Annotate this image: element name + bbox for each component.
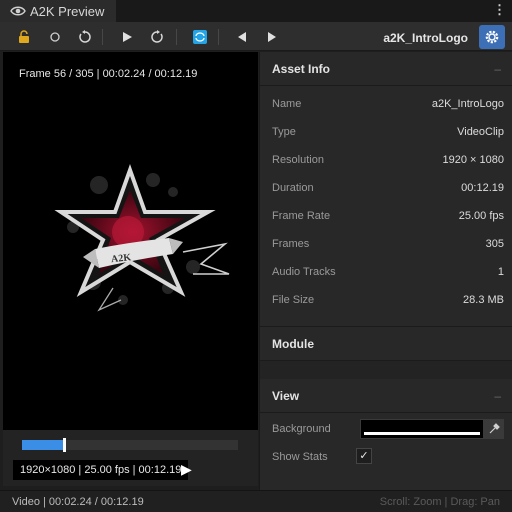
asset-info-key: Frame Rate (272, 210, 331, 222)
next-icon[interactable] (264, 29, 280, 45)
play-icon[interactable] (119, 29, 135, 45)
lock-icon[interactable] (16, 29, 32, 45)
restart-icon[interactable] (149, 29, 165, 45)
circle-icon[interactable] (47, 29, 63, 45)
asset-info-key: Type (272, 126, 296, 138)
kebab-menu-icon[interactable]: ⋮ (493, 3, 506, 17)
asset-info-value: 305 (485, 238, 504, 250)
play-icon[interactable]: ▶ (181, 461, 192, 478)
asset-info-row: File Size 28.3 MB (272, 294, 504, 308)
settings-button[interactable] (479, 25, 505, 49)
asset-info-key: Duration (272, 182, 314, 194)
status-time: Video | 00:02.24 / 00:12.19 (12, 495, 144, 508)
toolbar: a2K_IntroLogo (0, 22, 512, 51)
asset-info-key: File Size (272, 294, 315, 306)
asset-info-value: VideoClip (457, 126, 504, 138)
scrub-progress (22, 440, 64, 450)
stats-overlay: 1920×1080 | 25.00 fps | 00:12.19 (13, 460, 189, 480)
module-header[interactable]: Module (260, 327, 512, 361)
section-gap (260, 361, 512, 379)
tab-title: A2K Preview (30, 3, 105, 19)
eye-icon (10, 6, 26, 16)
background-label: Background (272, 423, 331, 435)
asset-info-value: 1 (497, 266, 504, 278)
asset-title: a2K_IntroLogo (383, 31, 468, 45)
scrub-handle[interactable] (63, 438, 67, 452)
collapse-icon[interactable]: – (494, 389, 501, 403)
scrub-bar[interactable] (22, 438, 238, 452)
asset-info-key: Frames (272, 238, 310, 250)
asset-info-row: Name a2K_IntroLogo (272, 98, 504, 112)
video-viewport[interactable]: Frame 56 / 305 | 00:02.24 / 00:12.19 A2K (3, 52, 258, 430)
collapse-icon[interactable]: – (494, 62, 501, 76)
asset-info-row: Duration 00:12.19 (272, 182, 504, 196)
show-stats-checkbox[interactable]: ✓ (356, 448, 372, 464)
asset-info-value: 25.00 fps (458, 210, 504, 222)
asset-info-value: a2K_IntroLogo (431, 98, 504, 110)
asset-info-row: Frame Rate 25.00 fps (272, 210, 504, 224)
asset-info-row: Audio Tracks 1 (272, 266, 504, 280)
toolbar-separator (218, 29, 219, 45)
view-title: View (272, 388, 300, 403)
tab-a2k-preview[interactable]: A2K Preview (0, 0, 116, 22)
module-title: Module (272, 336, 314, 351)
tab-bar: A2K Preview ⋮ (0, 0, 512, 22)
eyedropper-icon[interactable] (484, 419, 504, 439)
toolbar-separator (176, 29, 177, 45)
loop-icon[interactable] (192, 29, 208, 45)
intro-logo-image: A2K (54, 164, 230, 312)
asset-info-header[interactable]: Asset Info – (260, 52, 512, 86)
asset-info-value: 00:12.19 (461, 182, 504, 194)
logo-text: A2K (111, 252, 132, 265)
asset-info-row: Frames 305 (272, 238, 504, 252)
status-bar: Video | 00:02.24 / 00:12.19 Scroll: Zoom… (0, 490, 512, 512)
inspector-panel: Asset Info – Name a2K_IntroLogo Type VideoC… (259, 52, 512, 490)
asset-info-value: 1920 × 1080 (442, 154, 504, 166)
playback-controls: 1920×1080 | 25.00 fps | 00:12.19 ▶ (3, 430, 258, 486)
asset-info-row: Resolution 1920 × 1080 (272, 154, 504, 168)
asset-info-row: Type VideoClip (272, 126, 504, 140)
view-header[interactable]: View – (260, 379, 512, 413)
asset-info-key: Resolution (272, 154, 324, 166)
undo-icon[interactable] (77, 29, 93, 45)
asset-info-value: 28.3 MB (463, 294, 504, 306)
background-color-field[interactable] (360, 419, 484, 439)
alpha-bar (364, 432, 480, 435)
previous-icon[interactable] (234, 29, 250, 45)
asset-info-key: Name (272, 98, 302, 110)
asset-info-title: Asset Info (272, 61, 331, 76)
gear-icon (485, 30, 499, 44)
status-hint: Scroll: Zoom | Drag: Pan (379, 495, 500, 508)
show-stats-label: Show Stats (272, 451, 328, 463)
asset-info-key: Audio Tracks (272, 266, 336, 278)
toolbar-separator (102, 29, 103, 45)
